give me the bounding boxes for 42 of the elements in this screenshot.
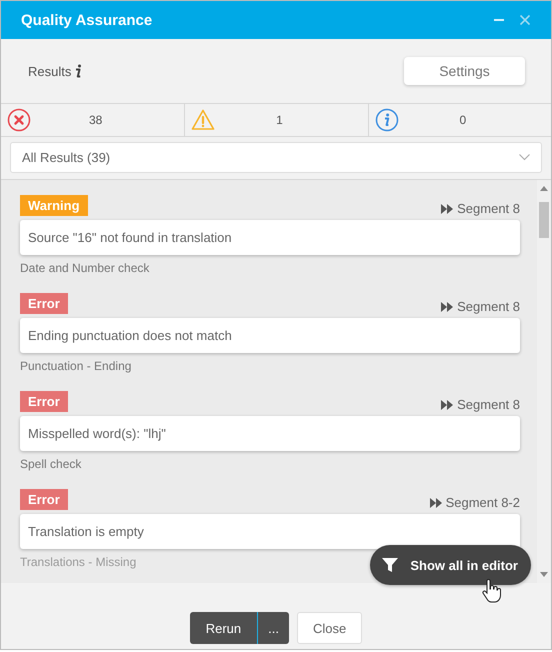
fast-forward-icon[interactable] bbox=[430, 498, 442, 508]
segment-link[interactable]: Segment 8 bbox=[457, 201, 520, 216]
error-icon[interactable] bbox=[7, 108, 31, 132]
result-message[interactable]: Source "16" not found in translation bbox=[20, 220, 520, 255]
result-message[interactable]: Ending punctuation does not match bbox=[20, 318, 520, 353]
info-icon[interactable] bbox=[74, 64, 82, 78]
segment-link[interactable]: Segment 8-2 bbox=[446, 495, 520, 510]
filter-dropdown[interactable]: All Results (39) bbox=[10, 142, 542, 173]
warning-icon[interactable] bbox=[191, 108, 216, 132]
fast-forward-icon[interactable] bbox=[441, 204, 454, 214]
error-badge: Error bbox=[20, 293, 68, 314]
close-icon[interactable] bbox=[519, 14, 531, 26]
scroll-down-icon[interactable] bbox=[540, 572, 548, 577]
close-button[interactable]: Close bbox=[297, 612, 362, 644]
more-button[interactable]: ... bbox=[257, 612, 289, 644]
filter-icon bbox=[382, 557, 398, 573]
warning-badge: Warning bbox=[20, 195, 88, 216]
segment-link[interactable]: Segment 8 bbox=[457, 299, 520, 314]
check-name: Spell check bbox=[20, 457, 82, 471]
scrollbar-thumb[interactable] bbox=[539, 202, 549, 238]
result-message[interactable]: Translation is empty bbox=[20, 514, 520, 549]
results-label: Results bbox=[28, 64, 72, 78]
segment-link[interactable]: Segment 8 bbox=[457, 397, 520, 412]
check-name: Punctuation - Ending bbox=[20, 359, 132, 373]
window-title: Quality Assurance bbox=[21, 12, 154, 28]
fast-forward-icon[interactable] bbox=[441, 302, 454, 312]
check-name: Date and Number check bbox=[20, 261, 150, 275]
hand-cursor-icon bbox=[481, 579, 501, 603]
error-badge: Error bbox=[20, 489, 68, 510]
error-badge: Error bbox=[20, 391, 68, 412]
fast-forward-icon[interactable] bbox=[441, 400, 454, 410]
result-message[interactable]: Misspelled word(s): "lhj" bbox=[20, 416, 520, 451]
count-label: 0 bbox=[458, 113, 468, 127]
rerun-button[interactable]: Rerun bbox=[190, 612, 258, 644]
check-name: Translations - Missing bbox=[20, 555, 136, 569]
chevron-icon bbox=[519, 154, 530, 161]
show-all-in-editor-button[interactable]: Show all in editor bbox=[370, 545, 531, 585]
scroll-up-icon[interactable] bbox=[540, 186, 548, 191]
settings-button[interactable]: Settings bbox=[404, 57, 525, 85]
count-label: 38 bbox=[88, 113, 104, 127]
count-label: 1 bbox=[275, 113, 284, 127]
scrollbar[interactable] bbox=[537, 180, 551, 583]
